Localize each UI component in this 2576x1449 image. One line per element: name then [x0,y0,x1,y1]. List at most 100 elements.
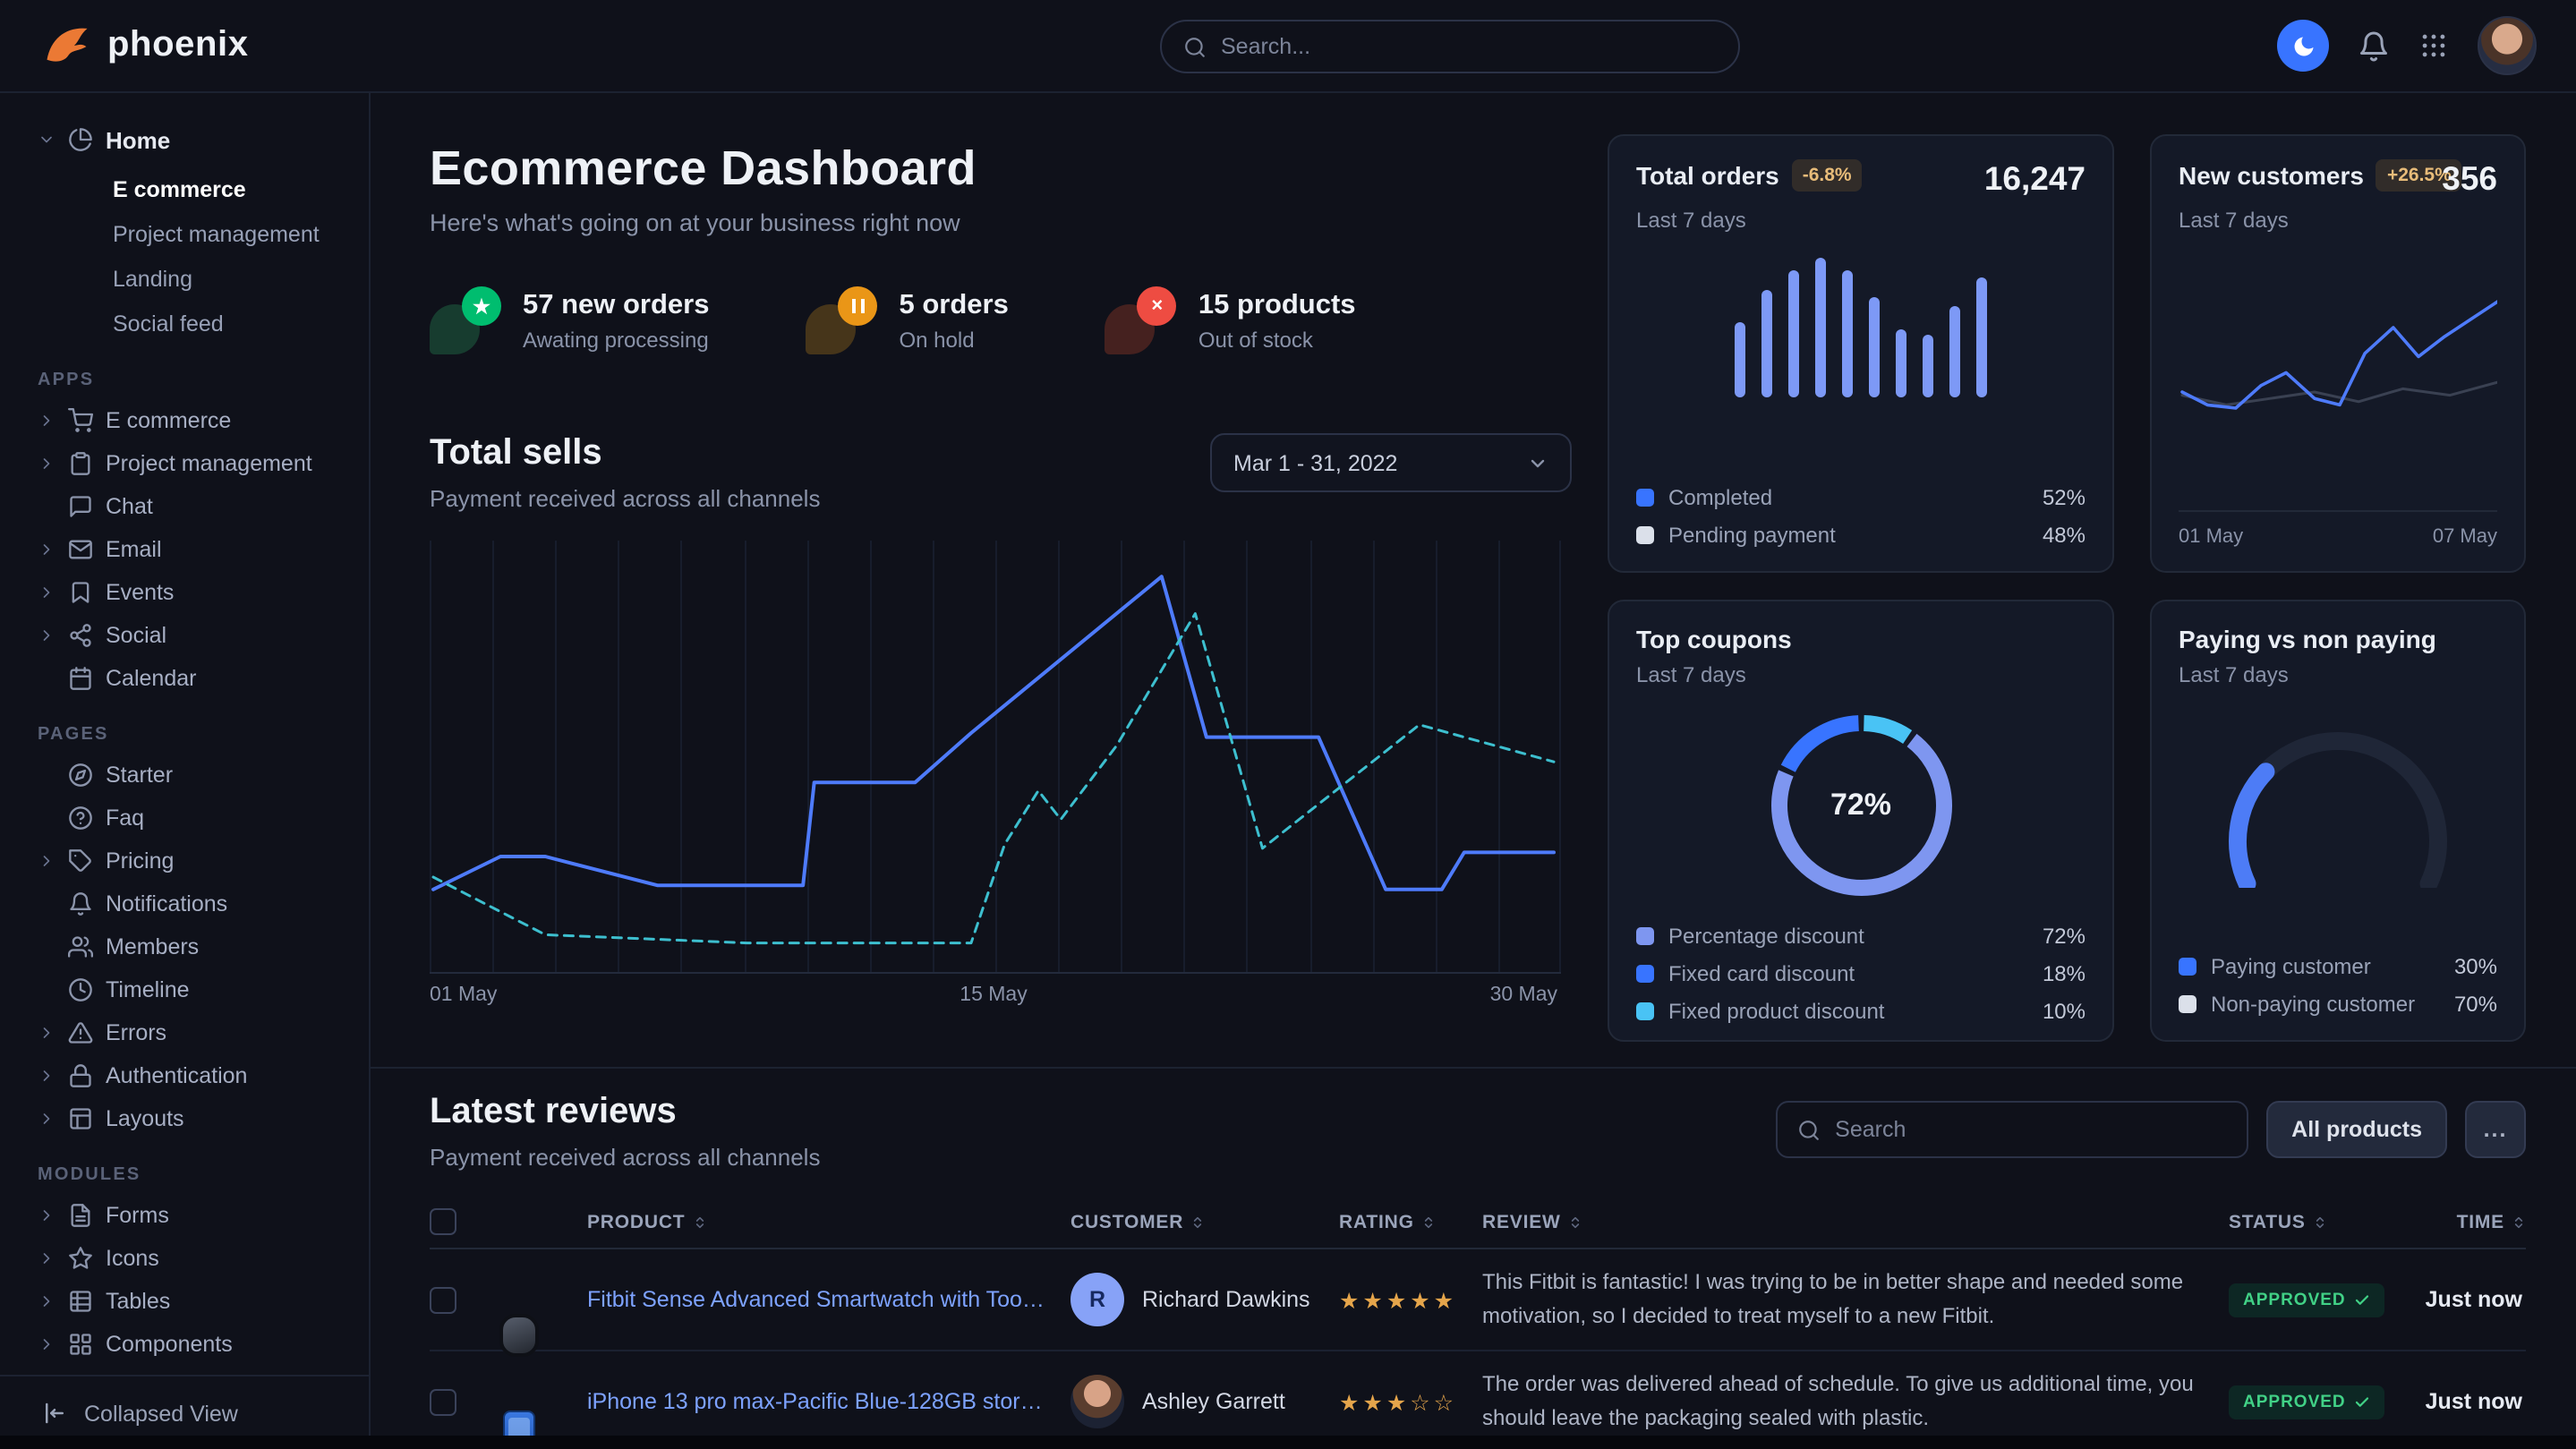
column-header-product[interactable]: PRODUCT [587,1211,1070,1232]
stat-item-1: 5 ordersOn hold [806,286,1009,354]
stat-item-2: ×15 productsOut of stock [1105,286,1356,354]
all-products-button[interactable]: All products [2266,1101,2447,1158]
row-checkbox[interactable] [430,1286,456,1313]
status-badge: APPROVED [2229,1283,2385,1317]
column-header-time[interactable]: TIME [2401,1211,2526,1232]
customer-name: Richard Dawkins [1142,1287,1310,1312]
sidebar-item-tables[interactable]: Tables [0,1280,369,1323]
latest-reviews-subtitle: Payment received across all channels [430,1144,820,1171]
global-search-input[interactable] [1221,34,1717,59]
sidebar-item-errors[interactable]: Errors [0,1011,369,1054]
review-time: Just now [2401,1389,2526,1414]
status-badge: APPROVED [2229,1385,2385,1419]
caret-right-icon [38,1024,55,1042]
sidebar-item-e-commerce[interactable]: E commerce [0,166,369,211]
check-icon [2355,1394,2371,1411]
phoenix-logo-icon [43,21,91,70]
apps-grid-icon[interactable] [2418,30,2449,61]
card-title: Total orders [1636,161,1779,190]
sidebar-item-faq[interactable]: Faq [0,797,369,840]
x-tick: 01 May [2179,526,2243,548]
sidebar-item-starter[interactable]: Starter [0,754,369,797]
brand-name: phoenix [107,25,249,66]
new-customers-card: New customers +26.5% 356 Last 7 days 01 … [2150,134,2526,573]
legend-row-completed: Completed52% [1636,485,2086,510]
caret-right-icon [38,584,55,601]
user-avatar[interactable] [2478,16,2537,75]
sidebar-item-events[interactable]: Events [0,571,369,614]
total-sells-x-axis: 01 May 15 May 30 May [430,984,1572,1006]
sidebar-item-authentication[interactable]: Authentication [0,1054,369,1097]
column-header-review[interactable]: REVIEW [1482,1211,2229,1232]
table-icon [68,1289,93,1314]
theme-toggle-moon-icon[interactable] [2277,20,2329,72]
top-coupons-card: Top coupons Last 7 days 72% Percentage d… [1608,600,2114,1042]
column-header-customer[interactable]: CUSTOMER [1070,1211,1339,1232]
caret-down-icon [38,131,55,149]
bottom-edge-strip [0,1436,2576,1449]
more-options-button[interactable]: ... [2465,1101,2526,1158]
home-children: E commerceProject managementLandingSocia… [0,166,369,345]
main-content: Ecommerce Dashboard Here's what's going … [371,93,2576,1449]
sidebar-item-email[interactable]: Email [0,528,369,571]
global-search[interactable] [1160,20,1740,73]
sidebar-item-project-management[interactable]: Project management [0,442,369,485]
sidebar-item-landing[interactable]: Landing [0,256,369,301]
sidebar-item-notifications[interactable]: Notifications [0,882,369,925]
sidebar-item-layouts[interactable]: Layouts [0,1097,369,1140]
notifications-bell-icon[interactable] [2358,30,2390,62]
column-header-status[interactable]: STATUS [2229,1211,2401,1232]
reviews-search-input[interactable] [1835,1117,2227,1142]
date-range-select[interactable]: Mar 1 - 31, 2022 [1210,433,1572,492]
sidebar-item-label: Faq [106,805,144,831]
sidebar-item-label: Timeline [106,977,190,1002]
paying-legend: Paying customer30%Non-paying customer70% [2179,954,2497,1017]
sidebar-item-label: Email [106,537,162,562]
cart-icon [68,408,93,433]
sidebar-item-calendar[interactable]: Calendar [0,657,369,700]
sidebar-item-chat[interactable]: Chat [0,485,369,528]
row-checkbox[interactable] [430,1388,456,1415]
sort-icon [1568,1215,1582,1229]
total-sells-title: Total sells [430,433,820,474]
sidebar-item-label: Forms [106,1203,169,1228]
brand[interactable]: phoenix [43,21,249,70]
sidebar-item-e-commerce[interactable]: E commerce [0,399,369,442]
rating-stars: ★★★★★ [1339,1286,1482,1313]
layout-icon [68,1106,93,1131]
sidebar-item-label: Project management [106,451,312,476]
total-orders-legend: Completed52%Pending payment48% [1636,485,2086,548]
sidebar-item-timeline[interactable]: Timeline [0,968,369,1011]
table-row: Fitbit Sense Advanced Smartwatch with To… [430,1249,2526,1351]
sidebar-item-pricing[interactable]: Pricing [0,840,369,882]
legend-row-non-paying-customer: Non-paying customer70% [2179,992,2497,1017]
stat-item-0: ★57 new ordersAwating processing [430,286,710,354]
customer-avatar [1070,1375,1124,1428]
product-link[interactable]: Fitbit Sense Advanced Smartwatch with To… [587,1287,1070,1312]
sidebar-item-label: Starter [106,763,173,788]
sidebar-item-members[interactable]: Members [0,925,369,968]
sidebar-item-home[interactable]: Home [0,118,369,161]
total-sells-subtitle: Payment received across all channels [430,485,820,512]
column-header-rating[interactable]: RATING [1339,1211,1482,1232]
sidebar-item-social[interactable]: Social [0,614,369,657]
customer-cell: RRichard Dawkins [1070,1273,1339,1326]
navbar-actions [2277,16,2537,75]
product-link[interactable]: iPhone 13 pro max-Pacific Blue-128GB sto… [587,1389,1070,1414]
select-all-checkbox[interactable] [430,1208,456,1235]
sidebar-section-modules: MODULES [0,1165,369,1185]
card-value: 16,247 [1984,159,2086,199]
sidebar-item-label: Members [106,934,199,959]
sidebar-item-social-feed[interactable]: Social feed [0,301,369,345]
sidebar-item-components[interactable]: Components [0,1323,369,1366]
sidebar-item-forms[interactable]: Forms [0,1194,369,1237]
page-subtitle: Here's what's going on at your business … [430,209,1572,236]
sidebar-item-label: Events [106,580,174,605]
trend-badge: -6.8% [1792,159,1863,192]
sidebar-item-icons[interactable]: Icons [0,1237,369,1280]
card-title: Paying vs non paying [2179,625,2436,653]
sidebar-item-project-management[interactable]: Project management [0,211,369,256]
tag-icon [68,848,93,874]
reviews-search[interactable] [1776,1101,2248,1158]
sidebar-item-label: Layouts [106,1106,184,1131]
